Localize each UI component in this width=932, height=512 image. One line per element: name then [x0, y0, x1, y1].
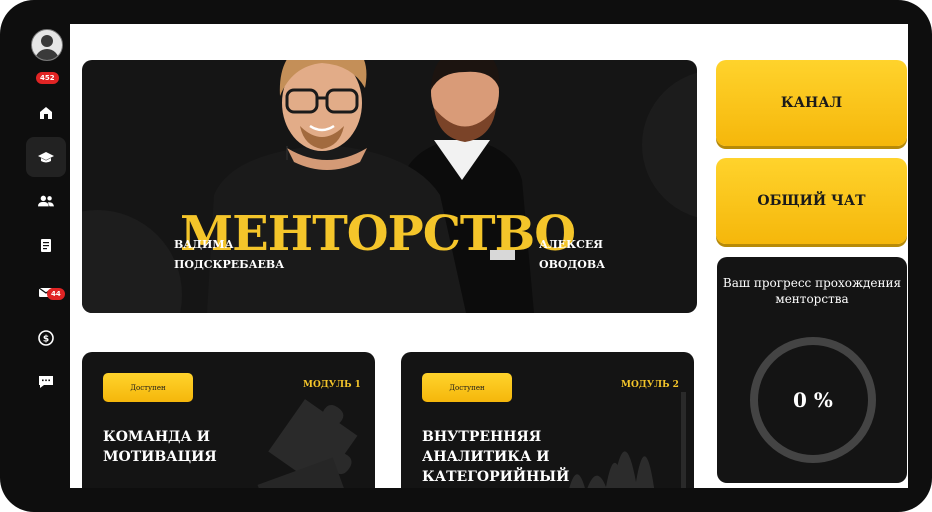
app-frame: 452 44 $ МЕНТОРСТВО ВАДИМА ПОДСКРЕБАЕВА …	[0, 0, 932, 512]
nav-users[interactable]	[26, 181, 66, 221]
progress-ring: 0 %	[750, 337, 876, 463]
analytics-chart-icon	[569, 392, 686, 488]
module-number: МОДУЛЬ 1	[303, 380, 361, 390]
mentor-left-name: ВАДИМА ПОДСКРЕБАЕВА	[174, 235, 284, 275]
mentor-left-first: ВАДИМА	[174, 238, 234, 251]
module-number: МОДУЛЬ 2	[621, 380, 679, 390]
mail-badge: 44	[47, 288, 65, 300]
dollar-icon: $	[38, 330, 54, 346]
graduation-cap-icon	[38, 152, 54, 163]
module-status-badge: Доступен	[103, 373, 193, 402]
mentor-right-name: АЛЕКСЕЯ ОВОДОВА	[539, 235, 605, 275]
hero-banner[interactable]: МЕНТОРСТВО ВАДИМА ПОДСКРЕБАЕВА АЛЕКСЕЯ О…	[82, 60, 697, 313]
mentor-left-last: ПОДСКРЕБАЕВА	[174, 258, 285, 271]
chat-icon	[39, 376, 53, 388]
mentor-right-last: ОВОДОВА	[539, 258, 606, 271]
avatar[interactable]	[31, 29, 63, 61]
mentors-photo	[207, 60, 534, 313]
nav-education[interactable]	[26, 137, 66, 177]
common-chat-button[interactable]: ОБЩИЙ ЧАТ	[716, 158, 907, 244]
progress-card: Ваш прогресс прохождения менторства 0 %	[717, 257, 907, 483]
progress-title: Ваш прогресс прохождения менторства	[722, 276, 902, 306]
avatar-head	[41, 35, 53, 47]
progress-value: 0 %	[793, 388, 833, 412]
nav-home[interactable]	[26, 93, 66, 133]
sidebar: 452 44 $	[0, 0, 70, 512]
module-card-2[interactable]: Доступен МОДУЛЬ 2 ВНУТРЕННЯЯ АНАЛИТИКА И…	[401, 352, 694, 488]
svg-text:$: $	[43, 335, 49, 345]
home-icon	[40, 107, 52, 119]
main-content: МЕНТОРСТВО ВАДИМА ПОДСКРЕБАЕВА АЛЕКСЕЯ О…	[70, 24, 908, 488]
avatar-body	[35, 49, 59, 60]
module-status-badge: Доступен	[422, 373, 512, 402]
document-icon	[41, 239, 51, 252]
users-icon	[38, 195, 54, 207]
nav-chat[interactable]	[26, 362, 66, 402]
profile-badge: 452	[36, 72, 59, 84]
nav-documents[interactable]	[26, 225, 66, 265]
module-title: ВНУТРЕННЯЯ АНАЛИТИКА И КАТЕГОРИЙНЫЙ	[422, 429, 570, 485]
channel-button[interactable]: КАНАЛ	[716, 60, 907, 146]
mentor-right-first: АЛЕКСЕЯ	[539, 238, 603, 251]
nav-payments[interactable]: $	[26, 318, 66, 358]
module-card-1[interactable]: Доступен МОДУЛЬ 1 КОМАНДА И МОТИВАЦИЯ	[82, 352, 375, 488]
module-title: КОМАНДА И МОТИВАЦИЯ	[103, 429, 217, 465]
